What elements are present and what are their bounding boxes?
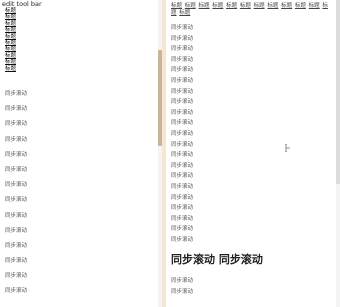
preview-pane[interactable]: 标题 标题 标题 标题 标题 标题 标题 标题 标题 标题 标题 标题 标题 同… [166,0,336,307]
editor-line: 同步滚动 [5,212,28,219]
editor-text-lines: 同步滚动 同步滚动 同步滚动 同步滚动 同步滚动 同步滚动 同步滚动 同步滚动 … [5,90,27,303]
preview-heading-link[interactable]: 标题 [199,3,210,9]
preview-line: 同步滚动 [171,288,194,295]
editor-line: 同步滚动 [5,258,28,265]
editor-line: 同步滚动 [5,197,28,204]
editor-line: 同步滚动 [5,136,28,143]
editor-line: 同步滚动 [5,91,28,97]
text-cursor-icon [285,144,290,152]
editor-heading-link[interactable]: 标题 [5,14,16,20]
preview-line: 同步滚动 [171,46,194,53]
preview-line: 同步滚动 [171,162,194,169]
preview-heading-link[interactable]: 标题 [185,3,196,9]
preview-line: 同步滚动 [171,77,194,84]
preview-line: 同步滚动 [171,25,194,31]
preview-line: 同步滚动 [171,278,194,284]
preview-heading: 同步滚动 同步滚动 [171,253,263,266]
preview-heading-link[interactable]: 标题 [212,3,223,9]
preview-line: 同步滚动 [171,215,194,222]
editor-heading-links: 标题 标题 标题 标题 标题 标题 标题 标题 标题 标题 [5,8,16,72]
preview-line: 同步滚动 [171,35,194,42]
preview-line: 同步滚动 [171,152,194,159]
editor-heading-link[interactable]: 标题 [5,46,16,52]
editor-heading-link[interactable]: 标题 [5,27,16,33]
preview-line: 同步滚动 [171,183,194,190]
editor-line: 同步滚动 [5,273,28,280]
editor-line: 同步滚动 [5,288,28,295]
preview-text-lines: 同步滚动 同步滚动 同步滚动 同步滚动 同步滚动 同步滚动 同步滚动 同步滚动 … [171,24,193,246]
preview-line: 同步滚动 [171,109,194,116]
preview-scrollbar[interactable] [336,0,340,307]
editor-line: 同步滚动 [5,227,28,234]
preview-line: 同步滚动 [171,88,194,95]
editor-line: 同步滚动 [5,182,28,189]
toolbar-title: edit tool bar [2,0,42,8]
editor-line: 同步滚动 [5,242,28,249]
preview-text-lines-after: 同步滚动 同步滚动 [171,277,193,298]
preview-line: 同步滚动 [171,173,194,180]
preview-line: 同步滚动 [171,205,194,212]
preview-heading-link[interactable]: 标题 [179,10,190,16]
preview-line: 同步滚动 [171,141,194,148]
preview-heading-link[interactable]: 标题 [240,3,251,9]
preview-line: 同步滚动 [171,99,194,106]
preview-line: 同步滚动 [171,56,194,63]
preview-heading-link[interactable]: 标题 [267,3,278,9]
editor-line: 同步滚动 [5,151,28,158]
preview-heading-link[interactable]: 标题 [171,3,182,9]
preview-heading-link[interactable]: 标题 [254,3,265,9]
preview-heading-link[interactable]: 标题 [281,3,292,9]
preview-line: 同步滚动 [171,120,194,127]
preview-line: 同步滚动 [171,236,194,243]
editor-line: 同步滚动 [5,106,28,113]
editor-line: 同步滚动 [5,121,28,128]
preview-scrollbar-thumb[interactable] [336,0,340,184]
preview-line: 同步滚动 [171,130,194,137]
preview-heading-link[interactable]: 标题 [295,3,306,9]
editor-line: 同步滚动 [5,166,28,173]
preview-line: 同步滚动 [171,226,194,233]
editor-pane[interactable]: edit tool bar 标题 标题 标题 标题 标题 标题 标题 标题 标题… [0,0,162,307]
preview-line: 同步滚动 [171,194,194,201]
preview-heading-links: 标题 标题 标题 标题 标题 标题 标题 标题 标题 标题 标题 标题 标题 [171,3,331,16]
editor-heading-link[interactable]: 标题 [5,59,16,65]
preview-line: 同步滚动 [171,67,194,74]
preview-heading-link[interactable]: 标题 [309,3,320,9]
editor-heading-link[interactable]: 标题 [5,66,16,72]
preview-heading-link[interactable]: 标题 [226,3,237,9]
